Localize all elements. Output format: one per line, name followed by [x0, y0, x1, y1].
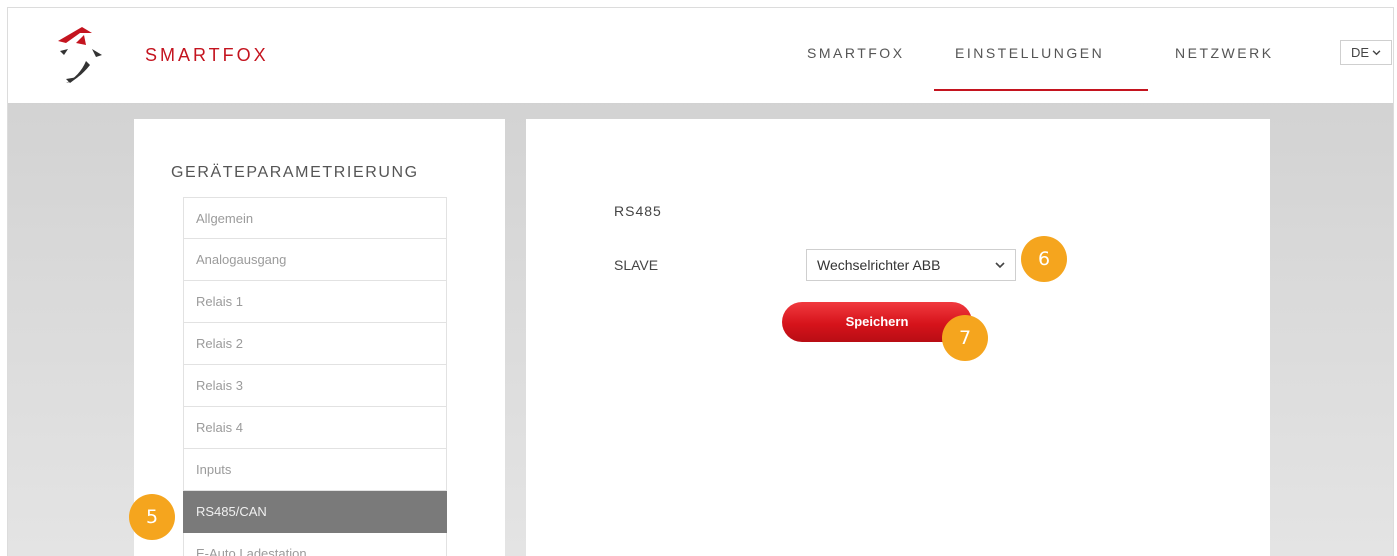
callout-badge-5: 5 [129, 494, 175, 540]
slave-select-value: Wechselrichter ABB [817, 257, 941, 273]
settings-menu: Allgemein Analogausgang Relais 1 Relais … [183, 197, 447, 556]
chevron-down-icon [1372, 49, 1381, 55]
fox-logo-icon [58, 27, 102, 83]
callout-badge-7: 7 [942, 315, 988, 361]
brand-name[interactable]: SMARTFOX [145, 45, 269, 66]
chevron-down-icon [995, 261, 1005, 268]
menu-item-rs485-can[interactable]: RS485/CAN [183, 491, 447, 533]
menu-item-inputs[interactable]: Inputs [183, 449, 447, 491]
menu-item-e-auto-ladestation[interactable]: E-Auto Ladestation [183, 533, 447, 556]
sidebar-title: GERÄTEPARAMETRIERUNG [171, 164, 419, 181]
menu-item-relais-4[interactable]: Relais 4 [183, 407, 447, 449]
nav-netzwerk[interactable]: NETZWERK [1175, 45, 1274, 61]
sidebar-panel: GERÄTEPARAMETRIERUNG Allgemein Analogaus… [134, 119, 505, 556]
nav-active-indicator [934, 89, 1148, 91]
menu-item-analogausgang[interactable]: Analogausgang [183, 239, 447, 281]
slave-label: SLAVE [614, 257, 659, 273]
menu-item-allgemein[interactable]: Allgemein [183, 197, 447, 239]
nav-smartfox[interactable]: SMARTFOX [807, 45, 905, 61]
callout-badge-6: 6 [1021, 236, 1067, 282]
nav-einstellungen[interactable]: EINSTELLUNGEN [955, 45, 1104, 61]
section-title: RS485 [614, 203, 662, 219]
slave-select[interactable]: Wechselrichter ABB [806, 249, 1016, 281]
menu-item-relais-3[interactable]: Relais 3 [183, 365, 447, 407]
top-navbar: SMARTFOX SMARTFOX EINSTELLUNGEN NETZWERK… [8, 8, 1393, 104]
language-value: DE [1350, 45, 1370, 60]
menu-item-relais-1[interactable]: Relais 1 [183, 281, 447, 323]
app-window: SMARTFOX SMARTFOX EINSTELLUNGEN NETZWERK… [7, 7, 1394, 556]
language-select[interactable]: DE [1340, 40, 1392, 65]
menu-item-relais-2[interactable]: Relais 2 [183, 323, 447, 365]
content-panel: RS485 SLAVE Wechselrichter ABB Speichern [526, 119, 1270, 556]
